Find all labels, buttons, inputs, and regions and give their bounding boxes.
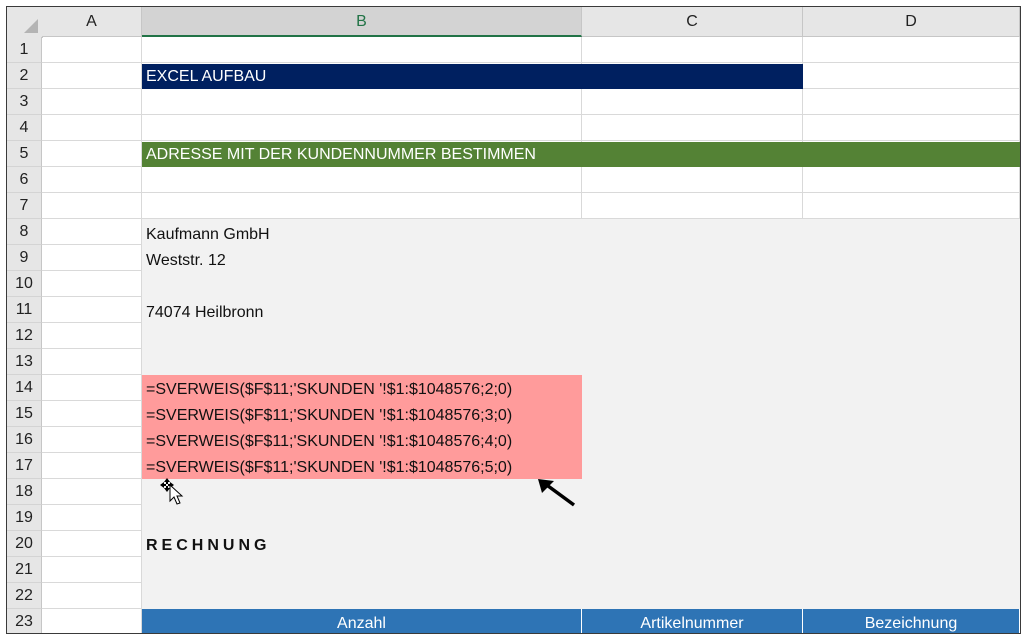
grid-cell[interactable] bbox=[42, 349, 142, 375]
grid-cell[interactable] bbox=[42, 193, 142, 219]
title-band[interactable]: EXCEL AUFBAU bbox=[142, 64, 803, 89]
table-header-bezeichnung[interactable]: Bezeichnung bbox=[803, 609, 1020, 633]
address-line-street[interactable]: Weststr. 12 bbox=[146, 252, 226, 270]
formula-cell-b17[interactable]: =SVERWEIS($F$11;'SKUNDEN '!$1:$1048576;5… bbox=[146, 459, 512, 477]
grid-cell[interactable] bbox=[42, 453, 142, 479]
row-header-3[interactable]: 3 bbox=[7, 89, 42, 115]
grid-cell[interactable] bbox=[42, 63, 142, 89]
row-header-7[interactable]: 7 bbox=[7, 193, 42, 219]
row-header-8[interactable]: 8 bbox=[7, 219, 42, 245]
grid-cell[interactable] bbox=[42, 375, 142, 401]
row-header-4[interactable]: 4 bbox=[7, 115, 42, 141]
grid-cell[interactable] bbox=[42, 479, 142, 505]
grid-cell[interactable] bbox=[142, 37, 582, 63]
section-band[interactable]: ADRESSE MIT DER KUNDENNUMMER BESTIMMEN bbox=[142, 142, 1020, 167]
row-header-18[interactable]: 18 bbox=[7, 479, 42, 505]
grid-cell[interactable] bbox=[42, 115, 142, 141]
grid-cell[interactable] bbox=[142, 193, 582, 219]
row-header-16[interactable]: 16 bbox=[7, 427, 42, 453]
row-header-20[interactable]: 20 bbox=[7, 531, 42, 557]
grid-cell[interactable] bbox=[582, 89, 803, 115]
spreadsheet: A B C D EXCEL AUFBAU ADRESSE MIT DER KUN… bbox=[6, 6, 1021, 634]
row-header-10[interactable]: 10 bbox=[7, 271, 42, 297]
grid-cell[interactable] bbox=[42, 271, 142, 297]
formula-cell-b15[interactable]: =SVERWEIS($F$11;'SKUNDEN '!$1:$1048576;3… bbox=[146, 407, 512, 425]
grid-cell[interactable] bbox=[142, 167, 582, 193]
grid-cell[interactable] bbox=[42, 245, 142, 271]
row-header-9[interactable]: 9 bbox=[7, 245, 42, 271]
row-header-6[interactable]: 6 bbox=[7, 167, 42, 193]
grid-cell[interactable] bbox=[42, 141, 142, 167]
row-header-12[interactable]: 12 bbox=[7, 323, 42, 349]
row-header-15[interactable]: 15 bbox=[7, 401, 42, 427]
grid-cell[interactable] bbox=[42, 219, 142, 245]
grid-cell[interactable] bbox=[142, 115, 582, 141]
column-header-d[interactable]: D bbox=[803, 7, 1020, 37]
grid-cell[interactable] bbox=[42, 401, 142, 427]
row-header-11[interactable]: 11 bbox=[7, 297, 42, 323]
grid-cell[interactable] bbox=[42, 583, 142, 609]
address-line-company[interactable]: Kaufmann GmbH bbox=[146, 226, 270, 244]
row-header-5[interactable]: 5 bbox=[7, 141, 42, 167]
row-header-22[interactable]: 22 bbox=[7, 583, 42, 609]
grid-cell[interactable] bbox=[582, 115, 803, 141]
address-line-city[interactable]: 74074 Heilbronn bbox=[146, 304, 263, 322]
grid-cell[interactable] bbox=[803, 89, 1020, 115]
column-header-a[interactable]: A bbox=[42, 7, 142, 37]
grid-cell[interactable] bbox=[42, 557, 142, 583]
table-header-anzahl[interactable]: Anzahl bbox=[142, 609, 582, 633]
move-cursor-icon bbox=[160, 478, 184, 505]
grid-cell[interactable] bbox=[42, 89, 142, 115]
annotation-arrow-icon bbox=[538, 479, 576, 507]
grid-cell[interactable] bbox=[42, 427, 142, 453]
cell-grid[interactable]: EXCEL AUFBAU ADRESSE MIT DER KUNDENNUMME… bbox=[42, 37, 1020, 633]
grid-cell[interactable] bbox=[803, 115, 1020, 141]
column-header-c[interactable]: C bbox=[582, 7, 803, 37]
table-header-artikelnummer[interactable]: Artikelnummer bbox=[582, 609, 803, 633]
row-header-17[interactable]: 17 bbox=[7, 453, 42, 479]
row-header-14[interactable]: 14 bbox=[7, 375, 42, 401]
grid-cell[interactable] bbox=[803, 167, 1020, 193]
grid-cell[interactable] bbox=[42, 167, 142, 193]
grid-cell[interactable] bbox=[42, 323, 142, 349]
grid-cell[interactable] bbox=[42, 531, 142, 557]
row-header-21[interactable]: 21 bbox=[7, 557, 42, 583]
select-all-triangle-icon bbox=[24, 19, 38, 33]
row-header-13[interactable]: 13 bbox=[7, 349, 42, 375]
grid-cell[interactable] bbox=[803, 63, 1020, 89]
grid-cell[interactable] bbox=[582, 167, 803, 193]
grid-cell[interactable] bbox=[582, 193, 803, 219]
grid-cell[interactable] bbox=[582, 37, 803, 63]
grid-cell[interactable] bbox=[142, 89, 582, 115]
select-all-corner[interactable] bbox=[7, 7, 43, 38]
grid-cell[interactable] bbox=[42, 37, 142, 63]
grid-cell[interactable] bbox=[42, 505, 142, 531]
grid-cell[interactable] bbox=[42, 297, 142, 323]
formula-cell-b16[interactable]: =SVERWEIS($F$11;'SKUNDEN '!$1:$1048576;4… bbox=[146, 433, 512, 451]
formula-cell-b14[interactable]: =SVERWEIS($F$11;'SKUNDEN '!$1:$1048576;2… bbox=[146, 381, 512, 399]
grid-cell[interactable] bbox=[803, 37, 1020, 63]
grid-cell[interactable] bbox=[803, 193, 1020, 219]
row-header-19[interactable]: 19 bbox=[7, 505, 42, 531]
column-header-b[interactable]: B bbox=[142, 7, 582, 37]
row-header-1[interactable]: 1 bbox=[7, 37, 42, 63]
grid-cell[interactable] bbox=[42, 609, 142, 633]
row-header-23[interactable]: 23 bbox=[7, 609, 42, 633]
invoice-heading[interactable]: RECHNUNG bbox=[146, 537, 270, 555]
row-header-2[interactable]: 2 bbox=[7, 63, 42, 89]
